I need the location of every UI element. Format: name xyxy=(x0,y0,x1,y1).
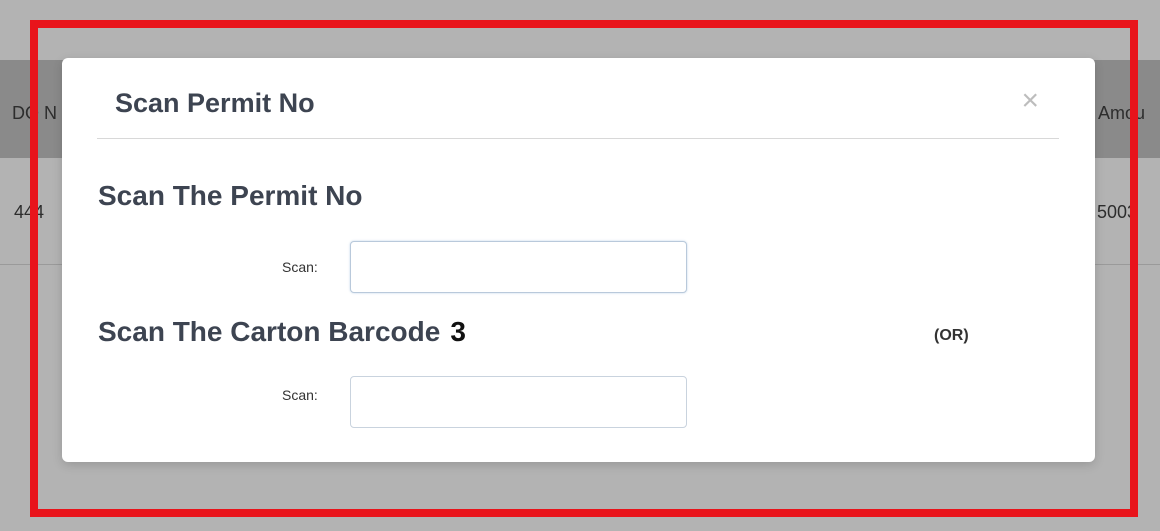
carton-scan-label: Scan: xyxy=(282,387,318,403)
or-separator: (OR) xyxy=(934,327,969,344)
carton-section-title: Scan The Carton Barcode 3 xyxy=(98,316,466,348)
scan-permit-modal: Scan Permit No × Scan The Permit No Scan… xyxy=(62,58,1095,462)
permit-scan-label: Scan: xyxy=(282,259,318,275)
permit-section-title: Scan The Permit No xyxy=(98,180,363,211)
modal-title: Scan Permit No xyxy=(115,88,315,118)
carton-count: 3 xyxy=(450,316,466,347)
carton-section-label: Scan The Carton Barcode xyxy=(98,316,441,347)
modal-header: Scan Permit No × xyxy=(97,58,1059,139)
carton-scan-input[interactable] xyxy=(350,376,687,428)
permit-scan-input[interactable] xyxy=(350,241,687,293)
close-icon[interactable]: × xyxy=(1021,86,1039,116)
